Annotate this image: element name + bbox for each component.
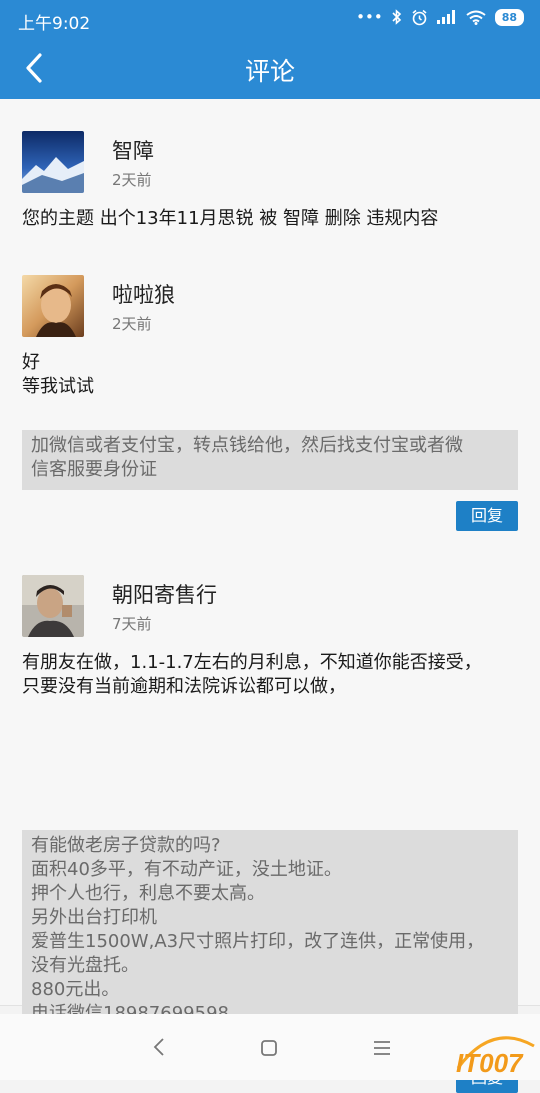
system-menu-icon[interactable] bbox=[372, 1040, 392, 1056]
avatar[interactable] bbox=[22, 575, 84, 637]
comment-time: 2天前 bbox=[112, 171, 152, 189]
quote-line: 有能做老房子贷款的吗? bbox=[31, 835, 221, 856]
comment-item: 智障 2天前 您的主题 出个13年11月思锐 被 智障 删除 违规内容 bbox=[0, 99, 540, 244]
comment-time: 2天前 bbox=[112, 315, 152, 333]
quoted-comment: 加微信或者支付宝，转点钱给他，然后找支付宝或者微 信客服要身份证 bbox=[22, 430, 518, 490]
comment-item: 朝阳寄售行 7天前 有朋友在做，1.1-1.7左右的月利息，不知道你能否接受， … bbox=[0, 543, 540, 1093]
system-back-icon[interactable] bbox=[150, 1036, 170, 1058]
system-home-icon[interactable] bbox=[261, 1040, 277, 1056]
username[interactable]: 啦啦狼 bbox=[112, 279, 175, 309]
quote-line: 加微信或者支付宝，转点钱给他，然后找支付宝或者微 bbox=[31, 435, 463, 456]
avatar-image bbox=[22, 275, 84, 337]
username[interactable]: 智障 bbox=[112, 135, 154, 165]
nav-bar: 评论 bbox=[0, 36, 540, 99]
comment-time: 7天前 bbox=[112, 615, 152, 633]
alarm-icon bbox=[412, 9, 427, 25]
page-title: 评论 bbox=[244, 57, 295, 86]
quote-line: 面积40多平，有不动产证，没土地证。 bbox=[31, 859, 342, 880]
status-icons: ••• 88 bbox=[356, 8, 524, 26]
cell-signal-icon bbox=[436, 10, 455, 24]
quote-line: 没有光盘托。 bbox=[31, 955, 139, 976]
quote-line: 880元出。 bbox=[31, 979, 120, 1000]
watermark-text: IT007 bbox=[456, 1048, 524, 1078]
quote-line: 押个人也行，利息不要太高。 bbox=[31, 883, 265, 904]
bluetooth-icon bbox=[392, 9, 401, 25]
message-line: 等我试试 bbox=[22, 376, 94, 397]
signal-dots-icon: ••• bbox=[356, 8, 383, 26]
username[interactable]: 朝阳寄售行 bbox=[112, 579, 217, 609]
message-line: 有朋友在做，1.1-1.7左右的月利息，不知道你能否接受， bbox=[22, 652, 482, 673]
avatar-image bbox=[22, 575, 84, 637]
message-line: 只要没有当前逾期和法院诉讼都可以做， bbox=[22, 676, 346, 697]
wifi-icon bbox=[466, 10, 486, 25]
comment-item: 啦啦狼 2天前 好 等我试试 加微信或者支付宝，转点钱给他，然后找支付宝或者微 … bbox=[0, 243, 540, 544]
message-line: 您的主题 出个13年11月思锐 被 智障 删除 违规内容 bbox=[22, 208, 439, 229]
status-bar: 上午9:02 ••• 88 bbox=[0, 0, 540, 36]
quote-line: 信客服要身份证 bbox=[31, 459, 157, 480]
avatar[interactable] bbox=[22, 275, 84, 337]
comment-message: 您的主题 出个13年11月思锐 被 智障 删除 违规内容 bbox=[22, 207, 522, 231]
battery-indicator: 88 bbox=[494, 8, 524, 26]
comment-message: 有朋友在做，1.1-1.7左右的月利息，不知道你能否接受， 只要没有当前逾期和法… bbox=[22, 651, 522, 699]
reply-button[interactable]: 回复 bbox=[456, 501, 518, 531]
it007-watermark-logo: IT007 bbox=[452, 1028, 538, 1080]
message-line: 好 bbox=[22, 352, 40, 373]
avatar-image bbox=[22, 131, 84, 193]
top-bar: 上午9:02 ••• 88 评论 bbox=[0, 0, 540, 99]
comment-message: 好 等我试试 bbox=[22, 351, 522, 399]
quote-line: 爱普生1500W,A3尺寸照片打印，改了连供，正常使用， bbox=[31, 931, 485, 952]
status-time: 上午9:02 bbox=[18, 14, 91, 34]
quote-line: 另外出台打印机 bbox=[31, 907, 157, 928]
avatar[interactable] bbox=[22, 131, 84, 193]
